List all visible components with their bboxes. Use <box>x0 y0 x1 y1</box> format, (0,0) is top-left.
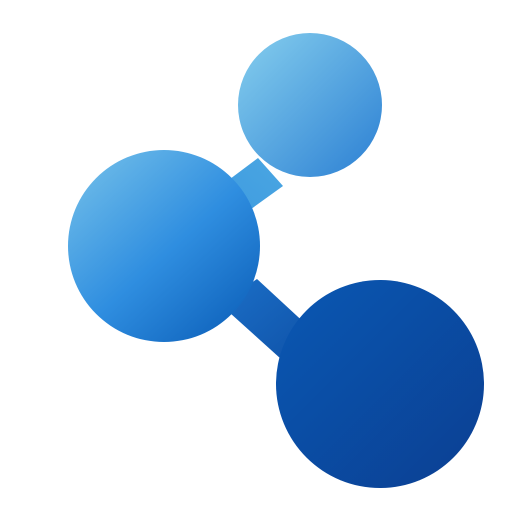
top-node <box>238 33 382 177</box>
icon-canvas <box>0 0 512 512</box>
share-network-icon <box>68 33 484 488</box>
bottom-node <box>276 280 484 488</box>
left-node <box>68 150 260 342</box>
